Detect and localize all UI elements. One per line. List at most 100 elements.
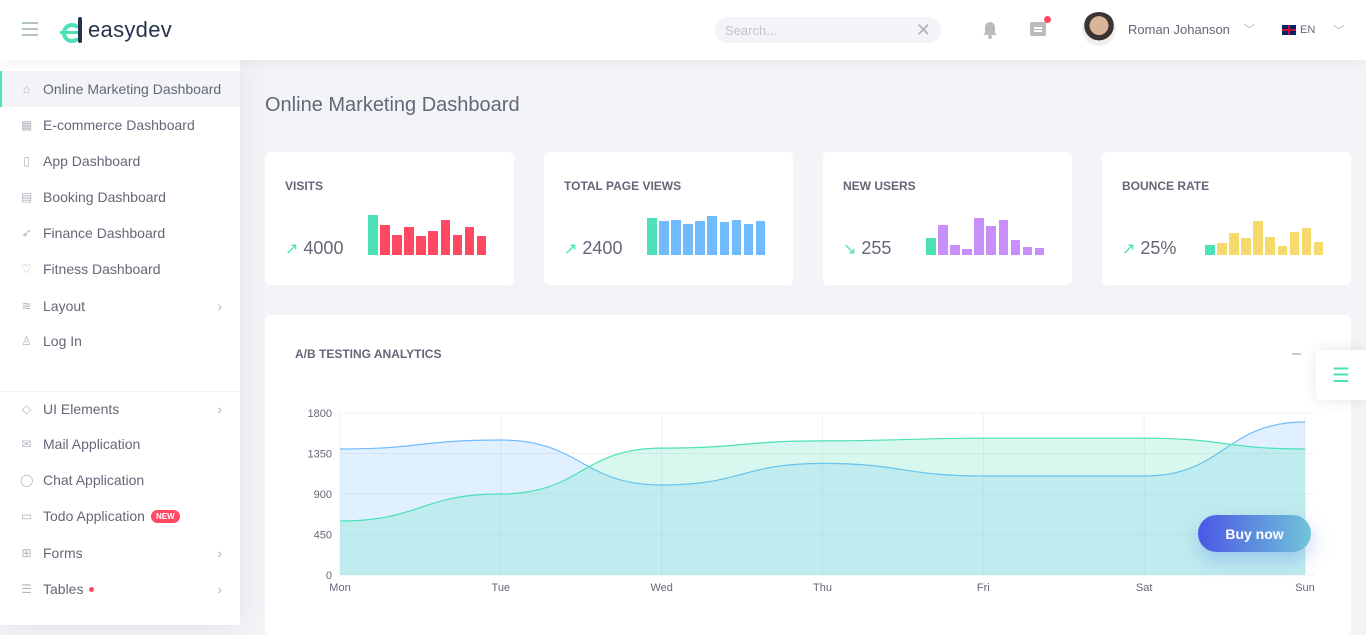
x-tick-label: Fri (977, 582, 990, 594)
sidebar-item-app-dashboard[interactable]: ▯ App Dashboard (0, 143, 240, 179)
y-tick-label: 1350 (308, 449, 332, 461)
alert-dot (89, 586, 95, 592)
stat-value: 255 (861, 238, 892, 258)
stat-card-total-page-views: TOTAL PAGE VIEWS ↗ 2400 (544, 152, 793, 285)
stat-bar (755, 221, 766, 255)
unread-dot (1044, 16, 1051, 23)
stat-bar (1034, 248, 1045, 255)
sidebar-item-label: Online Marketing Dashboard (43, 81, 222, 97)
page-title: Online Marketing Dashboard (265, 94, 520, 116)
stat-bar (1253, 221, 1263, 255)
notification-mail-icon[interactable] (1030, 22, 1046, 36)
new-badge: NEW (150, 509, 180, 523)
stat-bar (452, 235, 463, 255)
stat-bar (938, 225, 948, 255)
sidebar-item-mail-application[interactable]: ✉ Mail Application (0, 426, 240, 462)
stat-bar (962, 249, 972, 255)
settings-sliders-icon[interactable]: ☰ (1316, 350, 1366, 400)
avatar (1082, 12, 1116, 46)
stat-bar (440, 220, 451, 255)
stat-bar (380, 225, 390, 255)
sidebar-item-label: Booking Dashboard (43, 189, 166, 205)
sidebar-item-label: Todo Application (43, 508, 145, 524)
stat-bar (404, 227, 414, 255)
book-icon: ▭ (20, 508, 33, 523)
stat-bar-chart (647, 210, 766, 255)
store-icon: ▦ (20, 117, 33, 132)
stat-bar (464, 227, 475, 255)
stat-bar (998, 220, 1009, 255)
profile-menu[interactable]: Roman Johanson ﹀ (1082, 12, 1255, 46)
y-tick-label: 1800 (308, 408, 332, 420)
sidebar-item-chat-application[interactable]: ◯ Chat Application (0, 462, 240, 498)
stat-bar (1217, 243, 1227, 255)
logo[interactable]: easydev (60, 14, 172, 46)
sidebar-item-online-marketing-dashboard[interactable]: ⌂ Online Marketing Dashboard (0, 71, 240, 107)
sidebar-item-label: Log In (43, 333, 82, 349)
trending-down-icon: ↘ (843, 240, 857, 258)
bell-icon[interactable] (982, 21, 998, 39)
stat-card-bounce-rate: BOUNCE RATE ↗ 25% (1102, 152, 1351, 285)
sidebar-item-tables[interactable]: ☰ Tables › (0, 571, 240, 607)
sidebar-item-label: UI Elements (43, 401, 120, 417)
brand-name: easydev (88, 17, 173, 42)
sidebar-item-label: Fitness Dashboard (43, 261, 161, 277)
sidebar: ⌂ Online Marketing Dashboard ▦ E-commerce D… (0, 60, 240, 625)
sidebar-item-label: App Dashboard (43, 153, 141, 169)
stat-bar (1229, 233, 1239, 255)
search-input[interactable] (725, 22, 916, 38)
sidebar-item-fitness-dashboard[interactable]: ♡ Fitness Dashboard (0, 251, 240, 287)
user-name: Roman Johanson (1128, 21, 1230, 37)
chevron-right-icon: › (217, 401, 222, 417)
stat-bar (416, 236, 426, 255)
chevron-down-icon: ﹀ (1243, 24, 1255, 36)
stat-card-new-users: NEW USERS ↘ 255 (823, 152, 1072, 285)
search-box: ✕ (715, 17, 941, 43)
sidebar-item-label: E-commerce Dashboard (43, 117, 195, 133)
stat-bar (647, 218, 657, 255)
phone-icon: ▯ (23, 153, 30, 168)
sidebar-item-label: Tables (43, 581, 84, 597)
user-icon: ♙ (21, 333, 32, 348)
trending-up-icon: ↗ (564, 240, 578, 258)
y-tick-label: 450 (314, 530, 332, 542)
sidebar-item-log-in[interactable]: ♙ Log In (0, 323, 240, 359)
stat-bar (986, 226, 997, 255)
card-title: A/B TESTING ANALYTICS (295, 347, 442, 361)
stat-bar (476, 236, 487, 255)
stat-bar (707, 216, 718, 255)
sidebar-item-ui-elements[interactable]: ◇ UI Elements › (0, 391, 240, 427)
stat-card-visits: VISITS ↗ 4000 (265, 152, 514, 285)
stat-title: NEW USERS (843, 179, 916, 193)
language-select[interactable]: EN ﹀ (1282, 22, 1344, 38)
menu-toggle-icon[interactable] (22, 22, 38, 36)
buy-now-button[interactable]: Buy now (1198, 515, 1311, 552)
stat-bar (1301, 228, 1312, 255)
sidebar-item-label: Layout (43, 298, 86, 314)
sidebar-item-forms[interactable]: ⊞ Forms › (0, 535, 240, 571)
uk-flag-icon (1282, 25, 1296, 35)
stat-title: BOUNCE RATE (1122, 179, 1210, 193)
stat-bar-chart (926, 210, 1045, 255)
collapse-icon[interactable]: – (1292, 345, 1301, 363)
sidebar-item-label: Finance Dashboard (43, 225, 166, 241)
sidebar-item-e-commerce-dashboard[interactable]: ▦ E-commerce Dashboard (0, 107, 240, 143)
sidebar-item-booking-dashboard[interactable]: ▤ Booking Dashboard (0, 179, 240, 215)
sidebar-item-todo-application[interactable]: ▭ Todo Application NEW (0, 498, 240, 534)
chevron-right-icon: › (217, 581, 222, 597)
ab-testing-card: A/B TESTING ANALYTICS – 0 450 900 1350 1800 M… (265, 315, 1351, 635)
stat-bar (695, 221, 705, 255)
stat-bar (950, 245, 960, 255)
stat-bar (1313, 242, 1324, 255)
stat-bar (974, 218, 984, 255)
close-icon[interactable]: ✕ (916, 20, 931, 41)
stat-bar (683, 224, 693, 255)
sidebar-item-layout[interactable]: ≋ Layout › (0, 288, 240, 324)
diamond-icon: ◇ (21, 401, 32, 416)
file-add-icon: ⊞ (21, 545, 32, 560)
stat-bar (671, 220, 681, 255)
chevron-down-icon: ﹀ (1333, 25, 1345, 37)
stat-bar (731, 220, 742, 255)
sidebar-item-finance-dashboard[interactable]: ➶ Finance Dashboard (0, 215, 240, 251)
stat-bar-chart (368, 210, 487, 255)
